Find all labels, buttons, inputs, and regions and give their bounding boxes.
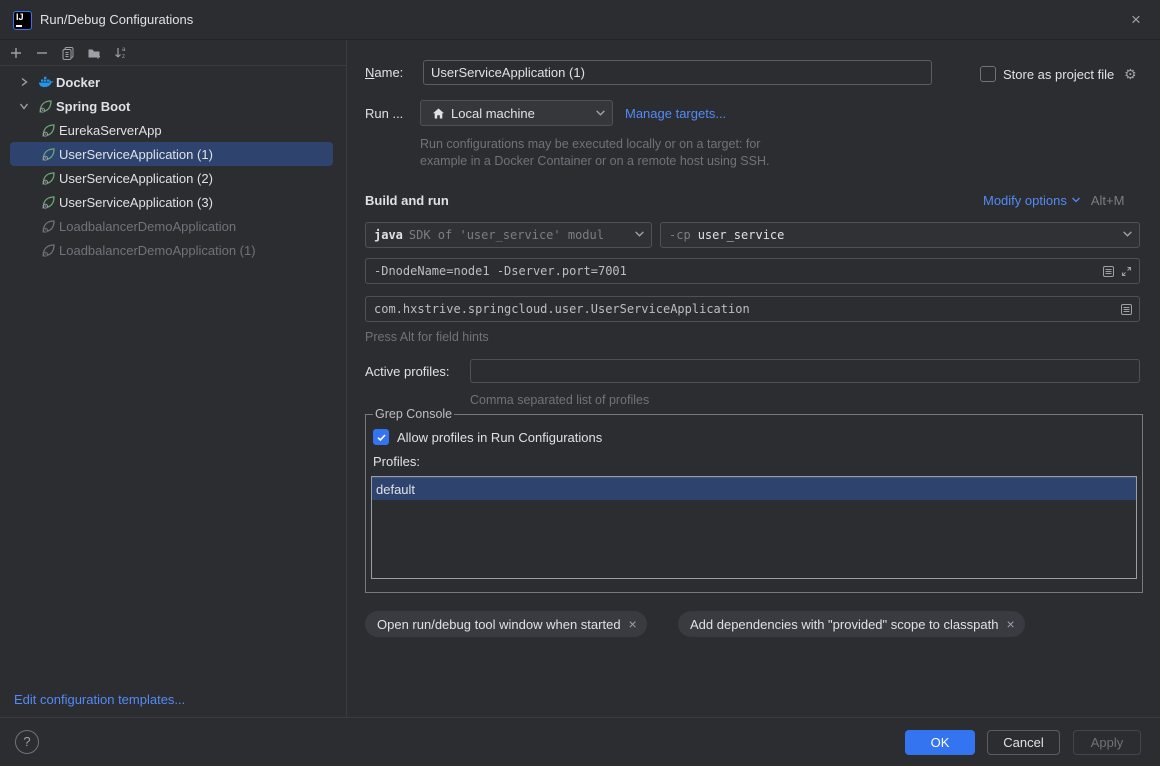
tree-item-label: UserServiceApplication (1)	[59, 147, 213, 162]
profiles-listbox[interactable]: default	[371, 476, 1137, 579]
tree-item-label: LoadbalancerDemoApplication (1)	[59, 243, 256, 258]
tree-item-loadbalancer-demo-application-1[interactable]: LoadbalancerDemoApplication (1)	[0, 238, 346, 262]
tree-item-label: UserServiceApplication (2)	[59, 171, 213, 186]
tag-label: Add dependencies with "provided" scope t…	[690, 617, 998, 632]
grep-console-legend: Grep Console	[373, 407, 454, 421]
svg-text:z: z	[122, 54, 125, 60]
tree-item-user-service-application-2[interactable]: UserServiceApplication (2)	[0, 166, 346, 190]
sort-alphabetically-icon[interactable]: az	[112, 45, 128, 61]
configurations-tree: Docker Spring Boot EurekaServerApp UserS…	[0, 70, 346, 262]
grep-console-group: Grep Console Allow profiles in Run Confi…	[365, 407, 1143, 593]
gear-icon[interactable]: ⚙	[1121, 65, 1139, 83]
cancel-button[interactable]: Cancel	[987, 730, 1060, 755]
tag-add-provided-dependencies: Add dependencies with "provided" scope t…	[678, 611, 1025, 637]
spring-boot-icon-disabled	[40, 242, 57, 259]
run-target-value: Local machine	[451, 106, 595, 121]
jdk-select[interactable]: java SDK of 'user_service' modul	[365, 222, 652, 248]
ok-button[interactable]: OK	[905, 730, 975, 755]
chevron-down-icon[interactable]	[16, 98, 32, 114]
jdk-prefix: java	[374, 228, 403, 242]
jdk-description: SDK of 'user_service' modul	[409, 228, 634, 242]
chevron-right-icon[interactable]	[16, 74, 32, 90]
tree-item-label: Docker	[56, 75, 100, 90]
expand-editor-icon[interactable]	[1099, 262, 1117, 280]
svg-text:a: a	[122, 47, 126, 53]
expand-field-icon[interactable]	[1117, 262, 1135, 280]
spring-boot-icon	[37, 98, 54, 115]
build-and-run-header: Build and run	[365, 193, 449, 208]
manage-targets-link[interactable]: Manage targets...	[625, 106, 726, 121]
new-folder-icon[interactable]	[86, 45, 102, 61]
store-as-project-file-checkbox[interactable]	[980, 66, 996, 82]
tree-item-label: UserServiceApplication (3)	[59, 195, 213, 210]
name-label: Name:	[365, 65, 403, 80]
profiles-label: Profiles:	[373, 454, 1137, 469]
active-profiles-input[interactable]	[470, 359, 1140, 383]
dialog-title: Run/Debug Configurations	[40, 0, 193, 40]
configurations-toolbar: az	[0, 40, 346, 66]
run-target-hint-line1: Run configurations may be executed local…	[420, 137, 760, 151]
docker-icon	[37, 74, 54, 91]
spring-boot-icon	[40, 170, 57, 187]
panel-divider	[346, 40, 347, 717]
tag-close-icon[interactable]: ×	[1006, 616, 1014, 632]
chevron-down-icon	[634, 228, 645, 242]
modify-options-shortcut: Alt+M	[1091, 193, 1125, 208]
cp-module-value: user_service	[698, 228, 1122, 242]
chevron-down-icon[interactable]	[1071, 193, 1081, 208]
cp-flag: -cp	[669, 228, 691, 242]
chevron-down-icon	[1122, 228, 1133, 242]
name-input[interactable]	[423, 60, 932, 85]
copy-configuration-icon[interactable]	[60, 45, 76, 61]
modify-options-link[interactable]: Modify options	[983, 193, 1067, 208]
tree-item-loadbalancer-demo-application[interactable]: LoadbalancerDemoApplication	[0, 214, 346, 238]
spring-boot-icon	[40, 122, 57, 139]
apply-button: Apply	[1073, 730, 1141, 755]
active-profiles-hint: Comma separated list of profiles	[470, 393, 649, 407]
main-class-value: com.hxstrive.springcloud.user.UserServic…	[374, 302, 1117, 316]
close-icon[interactable]: ×	[1124, 8, 1148, 32]
spring-boot-icon	[40, 194, 57, 211]
field-hints-text: Press Alt for field hints	[365, 330, 489, 344]
tree-item-spring-boot[interactable]: Spring Boot	[0, 94, 346, 118]
run-on-label: Run ...	[365, 106, 403, 121]
vm-options-value: -DnodeName=node1 -Dserver.port=7001	[374, 264, 1099, 278]
remove-icon[interactable]	[34, 45, 50, 61]
active-profiles-label: Active profiles:	[365, 364, 450, 379]
spring-boot-icon-disabled	[40, 218, 57, 235]
vm-options-field[interactable]: -DnodeName=node1 -Dserver.port=7001	[365, 258, 1140, 284]
tree-item-eureka-server-app[interactable]: EurekaServerApp	[0, 118, 346, 142]
dialog-footer	[0, 717, 1160, 766]
intellij-logo-icon: IJ	[14, 12, 31, 29]
add-icon[interactable]	[8, 45, 24, 61]
run-target-hint-line2: example in a Docker Container or on a re…	[420, 154, 769, 168]
main-class-field[interactable]: com.hxstrive.springcloud.user.UserServic…	[365, 296, 1140, 322]
store-as-project-file-label: Store as project file	[1003, 67, 1114, 82]
allow-profiles-label: Allow profiles in Run Configurations	[397, 430, 602, 445]
edit-configuration-templates-link[interactable]: Edit configuration templates...	[14, 692, 185, 707]
tree-item-user-service-application-3[interactable]: UserServiceApplication (3)	[0, 190, 346, 214]
tag-label: Open run/debug tool window when started	[377, 617, 621, 632]
profile-list-item[interactable]: default	[372, 477, 1136, 500]
tree-item-docker[interactable]: Docker	[0, 70, 346, 94]
run-target-select[interactable]: Local machine	[420, 100, 613, 126]
tree-item-label: LoadbalancerDemoApplication	[59, 219, 236, 234]
home-icon	[429, 104, 447, 122]
tree-item-label: EurekaServerApp	[59, 123, 162, 138]
title-bar: IJ Run/Debug Configurations ×	[0, 0, 1160, 40]
tree-item-user-service-application-1[interactable]: UserServiceApplication (1)	[0, 142, 346, 166]
help-button[interactable]: ?	[15, 730, 39, 754]
run-debug-configurations-dialog: IJ Run/Debug Configurations × az	[0, 0, 1160, 766]
tag-open-run-debug-tool-window: Open run/debug tool window when started …	[365, 611, 647, 637]
allow-profiles-checkbox[interactable]	[373, 429, 389, 445]
tag-close-icon[interactable]: ×	[629, 616, 637, 632]
spring-boot-icon	[40, 146, 57, 163]
tree-item-label: Spring Boot	[56, 99, 130, 114]
classpath-module-select[interactable]: -cp user_service	[660, 222, 1140, 248]
expand-editor-icon[interactable]	[1117, 300, 1135, 318]
chevron-down-icon	[595, 106, 606, 121]
